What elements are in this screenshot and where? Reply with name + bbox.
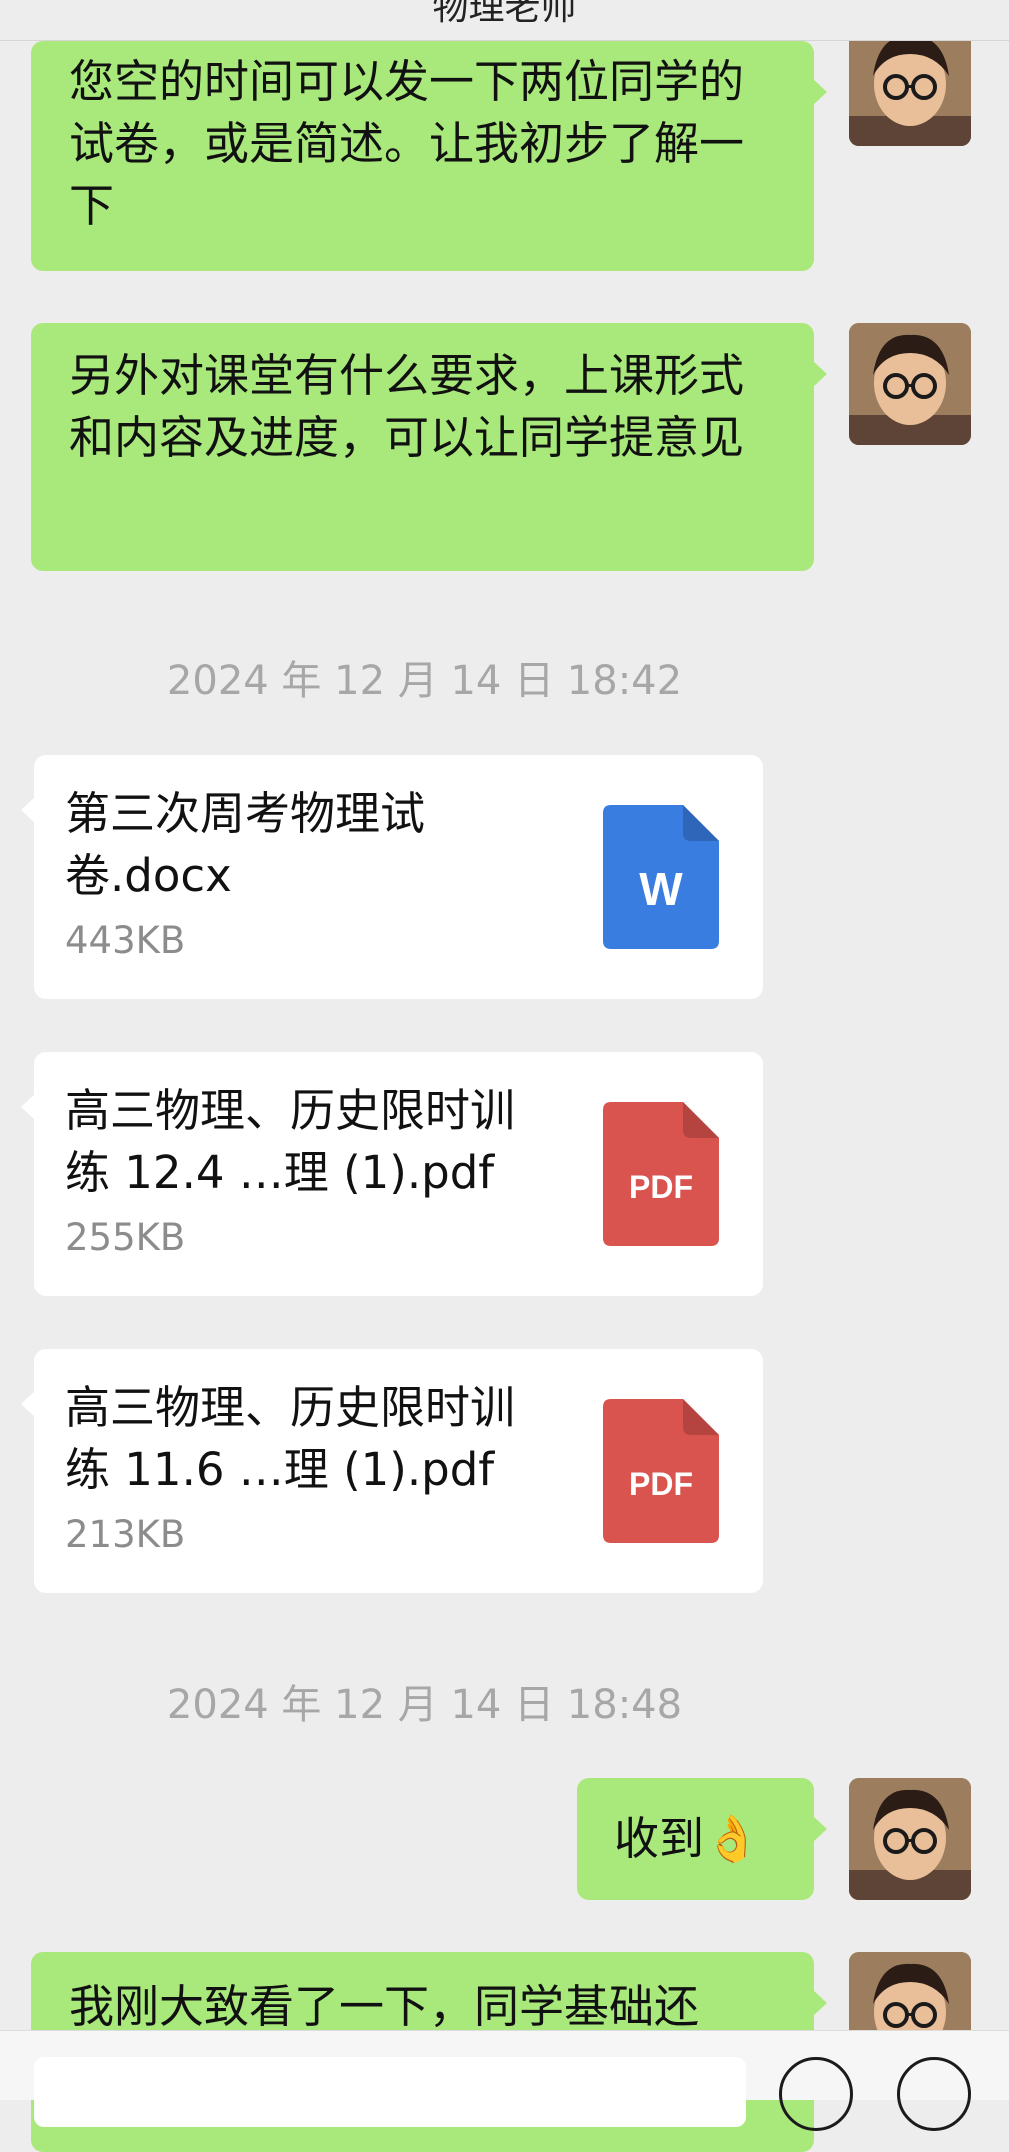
- message-text: 我刚大致看了一下，同学基础还: [69, 1980, 700, 2033]
- file-card[interactable]: 第三次周考物理试卷.docx 443KB W: [21, 755, 763, 999]
- svg-text:PDF: PDF: [629, 1169, 693, 1205]
- avatar[interactable]: [849, 24, 971, 146]
- file-name: 高三物理、历史限时训练 11.6 …理 (1).pdf: [65, 1381, 516, 1496]
- message-bubble[interactable]: 您空的时间可以发一下两位同学的试卷，或是简述。让我初步了解一下: [31, 41, 827, 271]
- emoji-button[interactable]: [779, 2057, 853, 2131]
- file-name: 高三物理、历史限时训练 12.4 …理 (1).pdf: [65, 1084, 516, 1199]
- timestamp: 2024 年 12 月 14 日 18:42: [166, 658, 683, 704]
- file-size: 443KB: [65, 919, 186, 962]
- file-card[interactable]: 高三物理、历史限时训练 12.4 …理 (1).pdf 255KB PDF: [21, 1052, 763, 1296]
- ok-hand-emoji-icon: 👌: [704, 1812, 761, 1865]
- file-size: 213KB: [65, 1513, 186, 1556]
- svg-text:PDF: PDF: [629, 1466, 693, 1502]
- message-text: 您空的时间可以发一下两位同学的试卷，或是简述。让我初步了解一下: [69, 55, 745, 232]
- message-text: 收到: [614, 1812, 705, 1865]
- message-input[interactable]: [34, 2057, 746, 2127]
- pdf-file-icon: PDF: [603, 1399, 719, 1543]
- message-bubble[interactable]: 收到👌: [577, 1778, 827, 1900]
- avatar[interactable]: [849, 323, 971, 445]
- pdf-file-icon: PDF: [603, 1102, 719, 1246]
- file-name: 第三次周考物理试卷.docx: [65, 787, 426, 902]
- add-button[interactable]: [897, 2057, 971, 2131]
- input-bar: [0, 2030, 1009, 2131]
- chat-title: 物理老师: [432, 0, 577, 28]
- avatar[interactable]: [849, 1778, 971, 1900]
- message-bubble[interactable]: 另外对课堂有什么要求，上课形式和内容及进度，可以让同学提意见: [31, 323, 827, 571]
- word-file-icon: W: [603, 805, 719, 949]
- message-text: 另外对课堂有什么要求，上课形式和内容及进度，可以让同学提意见: [69, 349, 745, 464]
- timestamp: 2024 年 12 月 14 日 18:48: [166, 1682, 683, 1728]
- svg-text:W: W: [639, 863, 683, 915]
- file-card[interactable]: 高三物理、历史限时训练 11.6 …理 (1).pdf 213KB PDF: [21, 1349, 763, 1593]
- file-size: 255KB: [65, 1216, 186, 1259]
- chat-header: 物理老师: [0, 0, 1009, 41]
